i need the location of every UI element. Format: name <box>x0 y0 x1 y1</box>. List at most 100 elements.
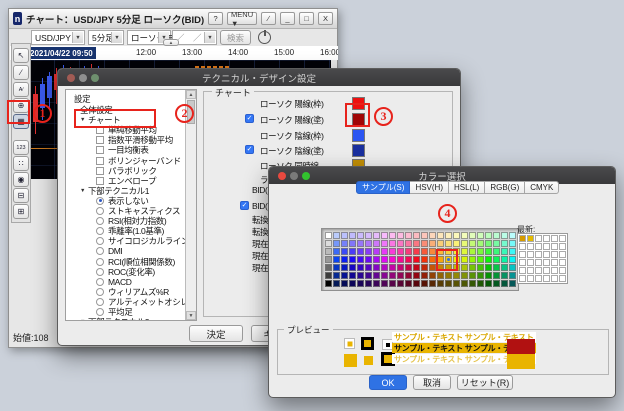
collapse-panel-button[interactable]: ▲ <box>163 39 179 46</box>
palette-cell[interactable] <box>509 232 516 239</box>
palette-cell[interactable] <box>429 264 436 271</box>
maximize-button[interactable]: □ <box>299 12 314 25</box>
palette-cell[interactable] <box>341 264 348 271</box>
radio-button[interactable] <box>96 247 104 255</box>
palette-cell[interactable] <box>477 264 484 271</box>
palette-cell[interactable] <box>333 256 340 263</box>
palette-cell[interactable] <box>373 256 380 263</box>
recent-color-cell[interactable] <box>543 275 550 282</box>
palette-cell[interactable] <box>445 280 452 287</box>
palette-cell[interactable] <box>413 272 420 279</box>
palette-cell[interactable] <box>421 240 428 247</box>
palette-cell[interactable] <box>485 272 492 279</box>
menu-button[interactable]: MENU ▼ <box>227 12 257 25</box>
recent-color-cell[interactable] <box>543 259 550 266</box>
palette-cell[interactable] <box>349 248 356 255</box>
chart-titlebar[interactable]: n チャート：USD/JPY 5分足 ローソク(BID) ? MENU ▼ ∕ … <box>9 9 337 29</box>
color-swatch[interactable] <box>352 113 365 126</box>
palette-cell[interactable] <box>485 280 492 287</box>
palette-cell[interactable] <box>453 248 460 255</box>
tree-expand-icon[interactable]: ▼ <box>80 117 85 123</box>
palette-cell[interactable] <box>437 272 444 279</box>
palette-cell[interactable] <box>429 272 436 279</box>
palette-cell[interactable] <box>333 272 340 279</box>
palette-cell[interactable] <box>485 232 492 239</box>
palette-cell[interactable] <box>509 256 516 263</box>
recent-color-cell[interactable] <box>535 251 542 258</box>
palette-cell[interactable] <box>405 232 412 239</box>
timeframe-select[interactable]: 5分足 ▼ <box>88 30 124 45</box>
checkbox-checked[interactable]: ✓ <box>240 201 249 210</box>
radio-button[interactable] <box>96 227 104 235</box>
palette-cell[interactable] <box>389 240 396 247</box>
palette-cell[interactable] <box>429 256 436 263</box>
palette-cell[interactable] <box>461 240 468 247</box>
palette-cell[interactable] <box>461 272 468 279</box>
palette-cell[interactable] <box>365 232 372 239</box>
palette-cell[interactable] <box>357 280 364 287</box>
palette-cell[interactable] <box>469 248 476 255</box>
radio-button[interactable] <box>96 237 104 245</box>
radio-button[interactable] <box>96 308 104 316</box>
palette-cell[interactable] <box>461 264 468 271</box>
palette-cell[interactable] <box>453 256 460 263</box>
palette-cell[interactable] <box>333 248 340 255</box>
palette-cell[interactable] <box>357 256 364 263</box>
palette-cell[interactable] <box>509 248 516 255</box>
palette-cell[interactable] <box>429 248 436 255</box>
recent-color-cell[interactable] <box>519 251 526 258</box>
palette-cell[interactable] <box>485 264 492 271</box>
palette-cell[interactable] <box>429 280 436 287</box>
palette-cell[interactable] <box>397 232 404 239</box>
palette-cell[interactable] <box>381 264 388 271</box>
palette-cell[interactable] <box>477 248 484 255</box>
palette-cell[interactable] <box>373 264 380 271</box>
checkbox-checked[interactable]: ✓ <box>245 114 254 123</box>
palette-cell[interactable] <box>485 248 492 255</box>
symbol-select[interactable]: USD/JPY ▼ <box>31 30 85 45</box>
recent-color-cell[interactable] <box>543 235 550 242</box>
palette-cell[interactable] <box>365 240 372 247</box>
palette-cell[interactable] <box>421 248 428 255</box>
radio-button[interactable] <box>96 197 104 205</box>
recent-color-cell[interactable] <box>535 235 542 242</box>
palette-cell[interactable] <box>429 240 436 247</box>
recent-color-cell[interactable] <box>519 243 526 250</box>
palette-cell[interactable] <box>461 232 468 239</box>
palette-cell[interactable] <box>453 232 460 239</box>
recent-color-cell[interactable] <box>527 235 534 242</box>
palette-cell[interactable] <box>381 232 388 239</box>
palette-cell[interactable] <box>421 280 428 287</box>
palette-cell[interactable] <box>325 256 332 263</box>
palette-cell[interactable] <box>453 272 460 279</box>
palette-cell[interactable] <box>365 280 372 287</box>
tab-HSV(H)[interactable]: HSV(H) <box>410 181 449 194</box>
recent-color-cell[interactable] <box>527 275 534 282</box>
radio-button[interactable] <box>96 288 104 296</box>
palette-cell[interactable] <box>501 240 508 247</box>
palette-cell[interactable] <box>333 240 340 247</box>
palette-cell[interactable] <box>501 248 508 255</box>
recent-color-cell[interactable] <box>519 275 526 282</box>
tree-scrollbar[interactable]: ▲ ▼ <box>185 90 196 320</box>
recent-color-cell[interactable] <box>559 275 566 282</box>
palette-cell[interactable] <box>341 240 348 247</box>
palette-cell[interactable] <box>349 232 356 239</box>
checkbox[interactable] <box>96 157 104 165</box>
palette-cell[interactable] <box>373 232 380 239</box>
palette-cell[interactable] <box>509 272 516 279</box>
design-settings-icon[interactable]: ▦ <box>13 114 29 129</box>
recent-color-cell[interactable] <box>543 251 550 258</box>
palette-cell[interactable] <box>469 280 476 287</box>
pencil-button[interactable]: ∕ <box>261 12 276 25</box>
help-button[interactable]: ? <box>208 12 223 25</box>
palette-cell[interactable] <box>333 280 340 287</box>
tab-RGB(G)[interactable]: RGB(G) <box>485 181 525 194</box>
palette-cell[interactable] <box>413 280 420 287</box>
tree-expand-icon[interactable]: ▼ <box>80 319 85 321</box>
scroll-up-icon[interactable]: ▲ <box>186 90 196 99</box>
palette-cell[interactable] <box>349 280 356 287</box>
palette-cell[interactable] <box>341 272 348 279</box>
duplicate-icon[interactable]: ⊞ <box>13 204 29 219</box>
palette-cell[interactable] <box>325 240 332 247</box>
